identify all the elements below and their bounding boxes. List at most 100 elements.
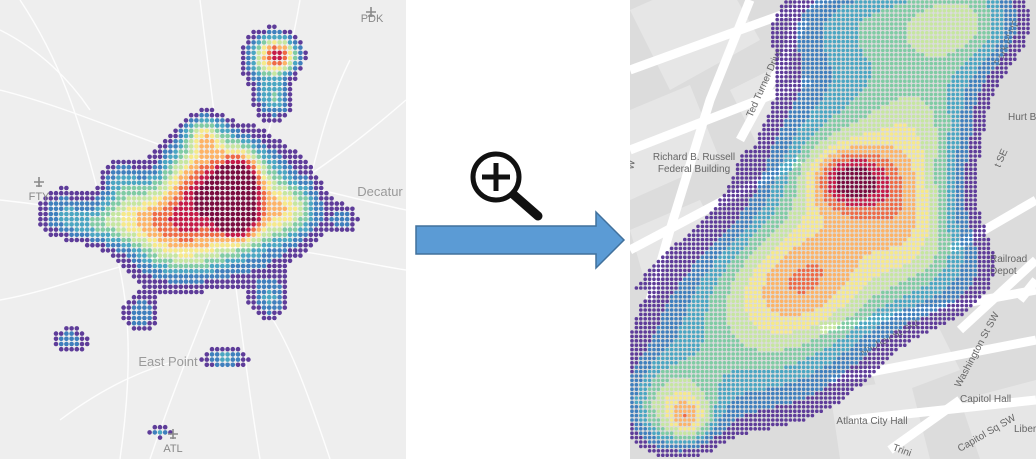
heat-dot <box>894 114 898 119</box>
zoomed-heatmap[interactable]: Ted Turner Drive Richard B. Russell Fede… <box>630 0 1036 459</box>
heat-dot <box>110 216 116 222</box>
heat-dot <box>74 211 80 217</box>
heat-dot <box>815 132 819 136</box>
heat-dot <box>925 92 929 97</box>
heat-dot <box>266 50 272 56</box>
heat-dot <box>995 13 999 17</box>
heat-dot <box>793 114 797 119</box>
heat-dot <box>147 263 152 269</box>
heat-dot <box>929 83 933 88</box>
heat-dot <box>947 39 951 44</box>
heat-dot <box>916 4 920 9</box>
heat-dot <box>152 248 158 253</box>
heat-dot <box>916 136 920 141</box>
heat-dot <box>246 279 251 284</box>
heat-dot <box>982 251 986 255</box>
heat-dot <box>938 163 942 167</box>
heat-dot <box>797 189 801 193</box>
heat-dot <box>220 357 225 362</box>
heat-dot <box>235 196 241 201</box>
heat-dot <box>1008 39 1013 44</box>
heat-dot <box>240 258 246 264</box>
heat-dot <box>775 119 779 123</box>
heat-dot <box>810 61 815 66</box>
heat-dot <box>797 132 801 136</box>
heat-dot <box>876 180 881 185</box>
heat-dot <box>973 53 977 57</box>
heat-dot <box>859 88 863 92</box>
heat-dot <box>815 167 819 171</box>
heat-dot <box>867 189 872 193</box>
heat-dot <box>885 57 889 61</box>
heat-dot <box>256 253 262 258</box>
heat-dot <box>894 26 898 31</box>
heat-dot <box>779 233 784 237</box>
heat-dot <box>938 171 942 176</box>
heat-dot <box>973 242 977 246</box>
heat-dot <box>1004 13 1008 17</box>
heat-dot <box>266 102 272 108</box>
heat-dot <box>784 242 788 246</box>
heat-dot <box>168 222 173 227</box>
heat-dot <box>907 180 911 185</box>
heat-dot <box>735 198 740 202</box>
heat-dot <box>854 83 859 88</box>
heat-dot <box>261 305 267 310</box>
heat-dot <box>920 17 925 22</box>
heat-dot <box>793 207 797 211</box>
heat-dot <box>876 79 881 83</box>
heat-dot <box>867 44 872 48</box>
heat-dot <box>951 229 955 233</box>
heat-dot <box>230 248 236 253</box>
heat-dot <box>942 220 947 224</box>
heat-dot <box>845 145 850 149</box>
heat-dot <box>183 144 189 149</box>
heat-dot <box>235 159 241 165</box>
heat-dot <box>933 92 938 97</box>
heat-dot <box>885 61 889 66</box>
heat-dot <box>1026 31 1030 35</box>
poi-label-liberty: Liberty <box>1014 424 1036 435</box>
heat-dot <box>771 22 775 26</box>
heat-dot <box>292 66 298 71</box>
heat-dot <box>823 44 828 48</box>
heat-dot <box>973 22 977 26</box>
heat-dot <box>850 189 854 193</box>
heat-dot <box>121 222 126 227</box>
heat-dot <box>863 0 867 4</box>
heat-dot <box>925 66 929 70</box>
heat-dot <box>762 224 766 229</box>
heat-dot <box>828 145 832 149</box>
heat-dot <box>854 92 859 97</box>
heat-dot <box>136 268 142 274</box>
heat-dot <box>740 251 744 255</box>
heat-dot <box>1017 17 1021 22</box>
heat-dot <box>173 144 178 149</box>
heat-dot <box>1008 0 1013 4</box>
heat-dot <box>126 227 132 232</box>
heat-dot <box>920 39 925 44</box>
heat-dot <box>819 26 823 31</box>
overview-heatmap[interactable]: PDK FTY Decatur East Point ATL <box>0 0 406 459</box>
heat-dot <box>251 248 256 253</box>
heat-dot <box>863 237 867 242</box>
heat-dot <box>152 320 158 326</box>
heat-dot <box>977 237 982 242</box>
overview-map-canvas[interactable]: PDK FTY Decatur East Point ATL <box>0 0 406 459</box>
heat-dot <box>58 211 64 217</box>
heat-dot <box>845 123 850 127</box>
heat-dot <box>788 119 793 123</box>
heat-dot <box>718 233 722 237</box>
heat-dot <box>969 88 973 92</box>
heat-dot <box>251 102 256 108</box>
heat-dot <box>907 26 911 31</box>
heat-dot <box>779 39 784 44</box>
heat-dot <box>220 274 225 279</box>
heat-dot <box>157 263 163 269</box>
heat-dot <box>964 149 969 154</box>
heat-dot <box>947 83 951 88</box>
heat-dot <box>142 216 147 222</box>
heat-dot <box>876 229 881 233</box>
zoomed-map-canvas[interactable]: Ted Turner Drive Richard B. Russell Fede… <box>630 0 1036 459</box>
heat-dot <box>841 149 845 154</box>
